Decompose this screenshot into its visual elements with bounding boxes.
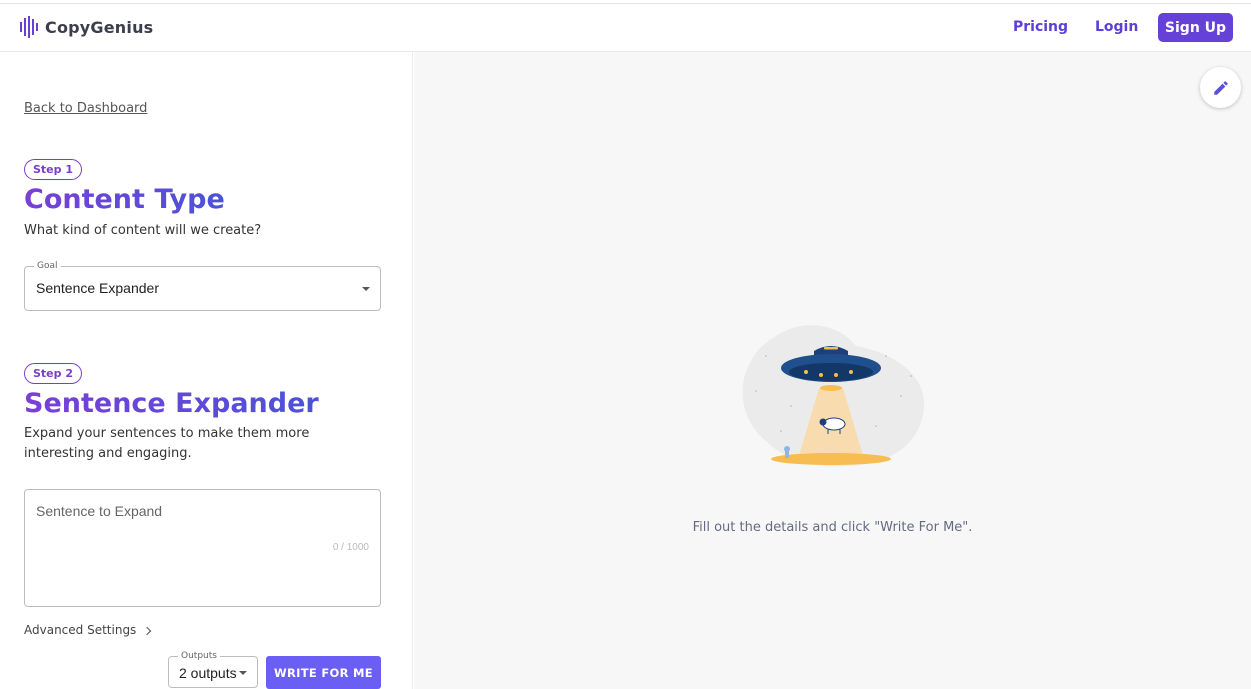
- empty-state-message: Fill out the details and click "Write Fo…: [692, 520, 973, 535]
- dropdown-arrow-icon: [362, 287, 370, 291]
- goal-label: Goal: [34, 261, 61, 272]
- sentence-expander-title: Sentence Expander: [24, 388, 319, 419]
- nav-pricing-link[interactable]: Pricing: [1013, 19, 1068, 35]
- chevron-right-icon: [143, 626, 152, 635]
- content-type-title: Content Type: [24, 184, 225, 215]
- sentence-input-placeholder: Sentence to Expand: [36, 503, 163, 519]
- outputs-select[interactable]: Outputs 2 outputs: [168, 651, 258, 688]
- advanced-settings-label: Advanced Settings: [24, 623, 137, 637]
- logo[interactable]: CopyGenius: [19, 16, 153, 38]
- write-for-me-button[interactable]: WRITE FOR ME: [266, 656, 381, 689]
- outputs-label: Outputs: [178, 651, 220, 662]
- char-counter: 0 / 1000: [332, 542, 369, 553]
- output-panel: Fill out the details and click "Write Fo…: [414, 52, 1251, 689]
- edit-fab-button[interactable]: [1200, 67, 1241, 108]
- advanced-settings-toggle[interactable]: Advanced Settings: [24, 623, 152, 637]
- goal-value: Sentence Expander: [36, 280, 159, 296]
- back-to-dashboard-link[interactable]: Back to Dashboard: [24, 101, 147, 116]
- sentence-expander-subtitle: Expand your sentences to make them more …: [24, 426, 310, 461]
- pencil-icon: [1213, 80, 1228, 95]
- signup-button[interactable]: Sign Up: [1158, 13, 1233, 42]
- brand-name: CopyGenius: [45, 17, 154, 37]
- step1-badge: Step 1: [24, 159, 82, 180]
- nav-login-link[interactable]: Login: [1095, 19, 1138, 35]
- form-panel: Back to Dashboard Step 1 Content Type Wh…: [0, 52, 413, 689]
- ufo-illustration: [742, 325, 925, 467]
- dropdown-arrow-icon: [239, 671, 247, 675]
- sound-wave-icon: [20, 16, 38, 38]
- outputs-value: 2 outputs: [179, 665, 237, 681]
- header: CopyGenius Pricing Login Sign Up: [0, 4, 1251, 52]
- goal-select[interactable]: Goal Sentence Expander: [24, 261, 381, 311]
- sentence-input[interactable]: Sentence to Expand 0 / 1000: [24, 489, 381, 607]
- content-type-subtitle: What kind of content will we create?: [24, 223, 262, 238]
- step2-badge: Step 2: [24, 363, 82, 384]
